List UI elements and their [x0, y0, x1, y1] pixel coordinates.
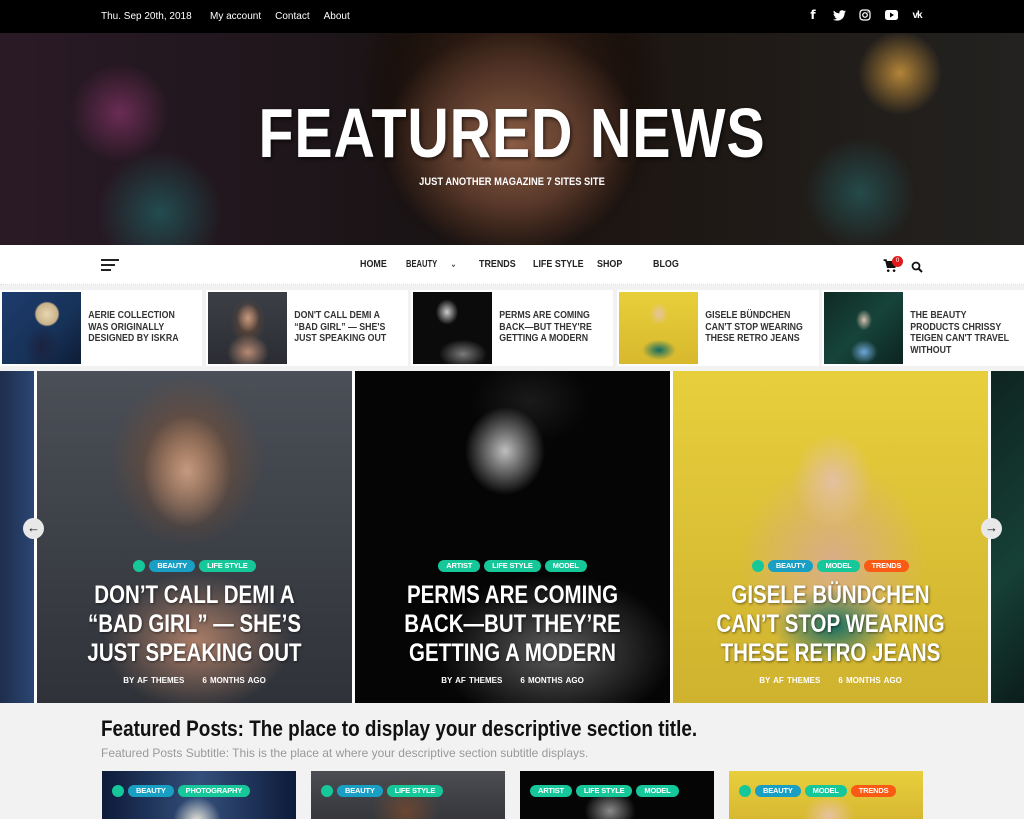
post-title[interactable]: THE BEAUTY PRODUCTS CHRISSY TEIGEN CAN'T… [905, 290, 1010, 366]
post-thumbnail[interactable] [2, 292, 81, 364]
search-icon[interactable] [911, 260, 923, 273]
gallery-format-icon [751, 560, 764, 572]
post-meta: BY AF THEMES 6 MONTHS AGO [355, 676, 670, 685]
featured-slider: BEAUTY LIFE STYLE DON’T CALL DEMI A “BAD… [0, 371, 1024, 703]
featured-post-card[interactable]: BEAUTY MODEL TRENDS [729, 771, 923, 819]
cart-count-badge: 0 [892, 256, 903, 267]
post-title[interactable]: GISELE BÜNDCHEN CAN'T STOP WEARING THESE… [700, 290, 805, 366]
slide[interactable]: BEAUTY LIFE STYLE DON’T CALL DEMI A “BAD… [37, 371, 352, 703]
category-life-style[interactable]: LIFE STYLE [575, 785, 633, 797]
slide[interactable]: BEAUTY MODEL TRENDS GISELE BÜNDCHEN CAN’… [673, 371, 988, 703]
category-list: BEAUTY LIFE STYLE [321, 785, 444, 797]
gallery-format-icon [133, 560, 146, 572]
category-artist[interactable]: ARTIST [438, 560, 481, 572]
category-artist[interactable]: ARTIST [530, 785, 572, 797]
post-author[interactable]: BY AF THEMES [441, 676, 502, 685]
category-life-style[interactable]: LIFE STYLE [386, 785, 444, 797]
about-link[interactable]: About [324, 11, 350, 22]
vk-icon[interactable]: vk [910, 8, 924, 22]
category-beauty[interactable]: BEAUTY [128, 785, 174, 797]
chevron-down-icon: ⌄ [450, 258, 457, 270]
category-list: ARTIST LIFE STYLE MODEL [355, 560, 670, 572]
nav-shop[interactable]: SHOP [597, 258, 645, 270]
post-date: 6 MONTHS AGO [520, 676, 584, 685]
section-title: Featured Posts: The place to display you… [101, 716, 698, 741]
offcanvas-menu-icon[interactable] [101, 259, 119, 273]
primary-menu: HOME BEAUTY ⌄ TRENDS LIFE STYLE SHOP BLO… [360, 258, 683, 270]
category-beauty[interactable]: BEAUTY [337, 785, 383, 797]
main-navigation: HOME BEAUTY ⌄ TRENDS LIFE STYLE SHOP BLO… [0, 245, 1024, 285]
post-meta: BY AF THEMES 6 MONTHS AGO [673, 676, 988, 685]
gallery-format-icon [739, 785, 751, 797]
post-meta: BY AF THEMES 6 MONTHS AGO [37, 676, 352, 685]
slide[interactable]: ARTIST LIFE STYLE MODEL PERMS ARE COMING… [355, 371, 670, 703]
category-trends[interactable]: TRENDS [863, 560, 910, 572]
post-thumbnail[interactable] [824, 292, 903, 364]
post-thumbnail[interactable] [208, 292, 287, 364]
site-title[interactable]: FEATURED NEWS [92, 93, 932, 173]
top-links: My account Contact About [210, 11, 350, 22]
post-date: 6 MONTHS AGO [202, 676, 266, 685]
post-thumbnail[interactable] [413, 292, 492, 364]
post-author[interactable]: BY AF THEMES [123, 676, 184, 685]
nav-beauty-label: BEAUTY [406, 258, 438, 270]
trending-post[interactable]: THE BEAUTY PRODUCTS CHRISSY TEIGEN CAN'T… [822, 290, 1024, 366]
featured-post-card[interactable]: ARTIST LIFE STYLE MODEL [520, 771, 714, 819]
facebook-icon[interactable]: f [806, 8, 820, 22]
nav-blog[interactable]: BLOG [653, 258, 679, 270]
slider-next-button[interactable]: → [981, 518, 1002, 539]
featured-post-card[interactable]: BEAUTY LIFE STYLE [311, 771, 505, 819]
slide-title[interactable]: PERMS ARE COMING BACK—BUT THEY’RE GETTIN… [383, 581, 641, 668]
slider-prev-button[interactable]: ← [23, 518, 44, 539]
category-list: BEAUTY LIFE STYLE [37, 560, 352, 572]
post-thumbnail[interactable] [619, 292, 698, 364]
category-beauty[interactable]: BEAUTY [767, 560, 814, 572]
category-beauty[interactable]: BEAUTY [755, 785, 801, 797]
site-tagline: JUST ANOTHER MAGAZINE 7 SITES SITE [419, 176, 605, 188]
gallery-format-icon [112, 785, 124, 797]
trending-post[interactable]: AERIE COLLECTION WAS ORIGINALLY DESIGNED… [0, 290, 202, 366]
trending-post[interactable]: DON'T CALL DEMI A “BAD GIRL” — SHE'S JUS… [206, 290, 408, 366]
category-model[interactable]: MODEL [804, 785, 847, 797]
post-title[interactable]: PERMS ARE COMING BACK—BUT THEY'RE GETTIN… [494, 290, 599, 366]
category-list: BEAUTY PHOTOGRAPHY [112, 785, 251, 797]
category-life-style[interactable]: LIFE STYLE [199, 560, 256, 572]
twitter-icon[interactable] [832, 8, 846, 22]
category-beauty[interactable]: BEAUTY [149, 560, 196, 572]
section-subtitle: Featured Posts Subtitle: This is the pla… [101, 746, 589, 760]
post-title[interactable]: DON'T CALL DEMI A “BAD GIRL” — SHE'S JUS… [289, 290, 394, 366]
nav-life-style[interactable]: LIFE STYLE [533, 258, 587, 270]
category-model[interactable]: MODEL [544, 560, 587, 572]
contact-link[interactable]: Contact [275, 11, 309, 22]
current-date: Thu. Sep 20th, 2018 [101, 11, 192, 22]
featured-post-card[interactable]: BEAUTY PHOTOGRAPHY [102, 771, 296, 819]
category-list: BEAUTY MODEL TRENDS [739, 785, 897, 797]
post-author[interactable]: BY AF THEMES [759, 676, 820, 685]
category-trends[interactable]: TRENDS [850, 785, 897, 797]
instagram-icon[interactable] [858, 8, 872, 22]
trending-post[interactable]: PERMS ARE COMING BACK—BUT THEY'RE GETTIN… [411, 290, 613, 366]
nav-beauty[interactable]: BEAUTY ⌄ [406, 258, 468, 270]
my-account-link[interactable]: My account [210, 11, 261, 22]
post-date: 6 MONTHS AGO [838, 676, 902, 685]
video-format-icon [321, 785, 333, 797]
site-header-banner: FEATURED NEWS JUST ANOTHER MAGAZINE 7 SI… [0, 33, 1024, 245]
slide-title[interactable]: GISELE BÜNDCHEN CAN’T STOP WEARING THESE… [701, 581, 959, 668]
top-bar: Thu. Sep 20th, 2018 My account Contact A… [0, 0, 1024, 33]
category-list: BEAUTY MODEL TRENDS [673, 560, 988, 572]
post-title[interactable]: AERIE COLLECTION WAS ORIGINALLY DESIGNED… [83, 290, 188, 366]
nav-trends[interactable]: TRENDS [479, 258, 525, 270]
category-list: ARTIST LIFE STYLE MODEL [530, 785, 679, 797]
nav-home[interactable]: HOME [360, 258, 399, 270]
category-model[interactable]: MODEL [817, 560, 860, 572]
social-links: f vk [806, 8, 924, 22]
category-photography[interactable]: PHOTOGRAPHY [177, 785, 251, 797]
slide-title[interactable]: DON’T CALL DEMI A “BAD GIRL” — SHE’S JUS… [65, 581, 323, 668]
youtube-icon[interactable] [884, 8, 898, 22]
category-model[interactable]: MODEL [636, 785, 679, 797]
category-life-style[interactable]: LIFE STYLE [484, 560, 541, 572]
trending-posts-strip: AERIE COLLECTION WAS ORIGINALLY DESIGNED… [0, 290, 1024, 366]
trending-post[interactable]: GISELE BÜNDCHEN CAN'T STOP WEARING THESE… [617, 290, 819, 366]
